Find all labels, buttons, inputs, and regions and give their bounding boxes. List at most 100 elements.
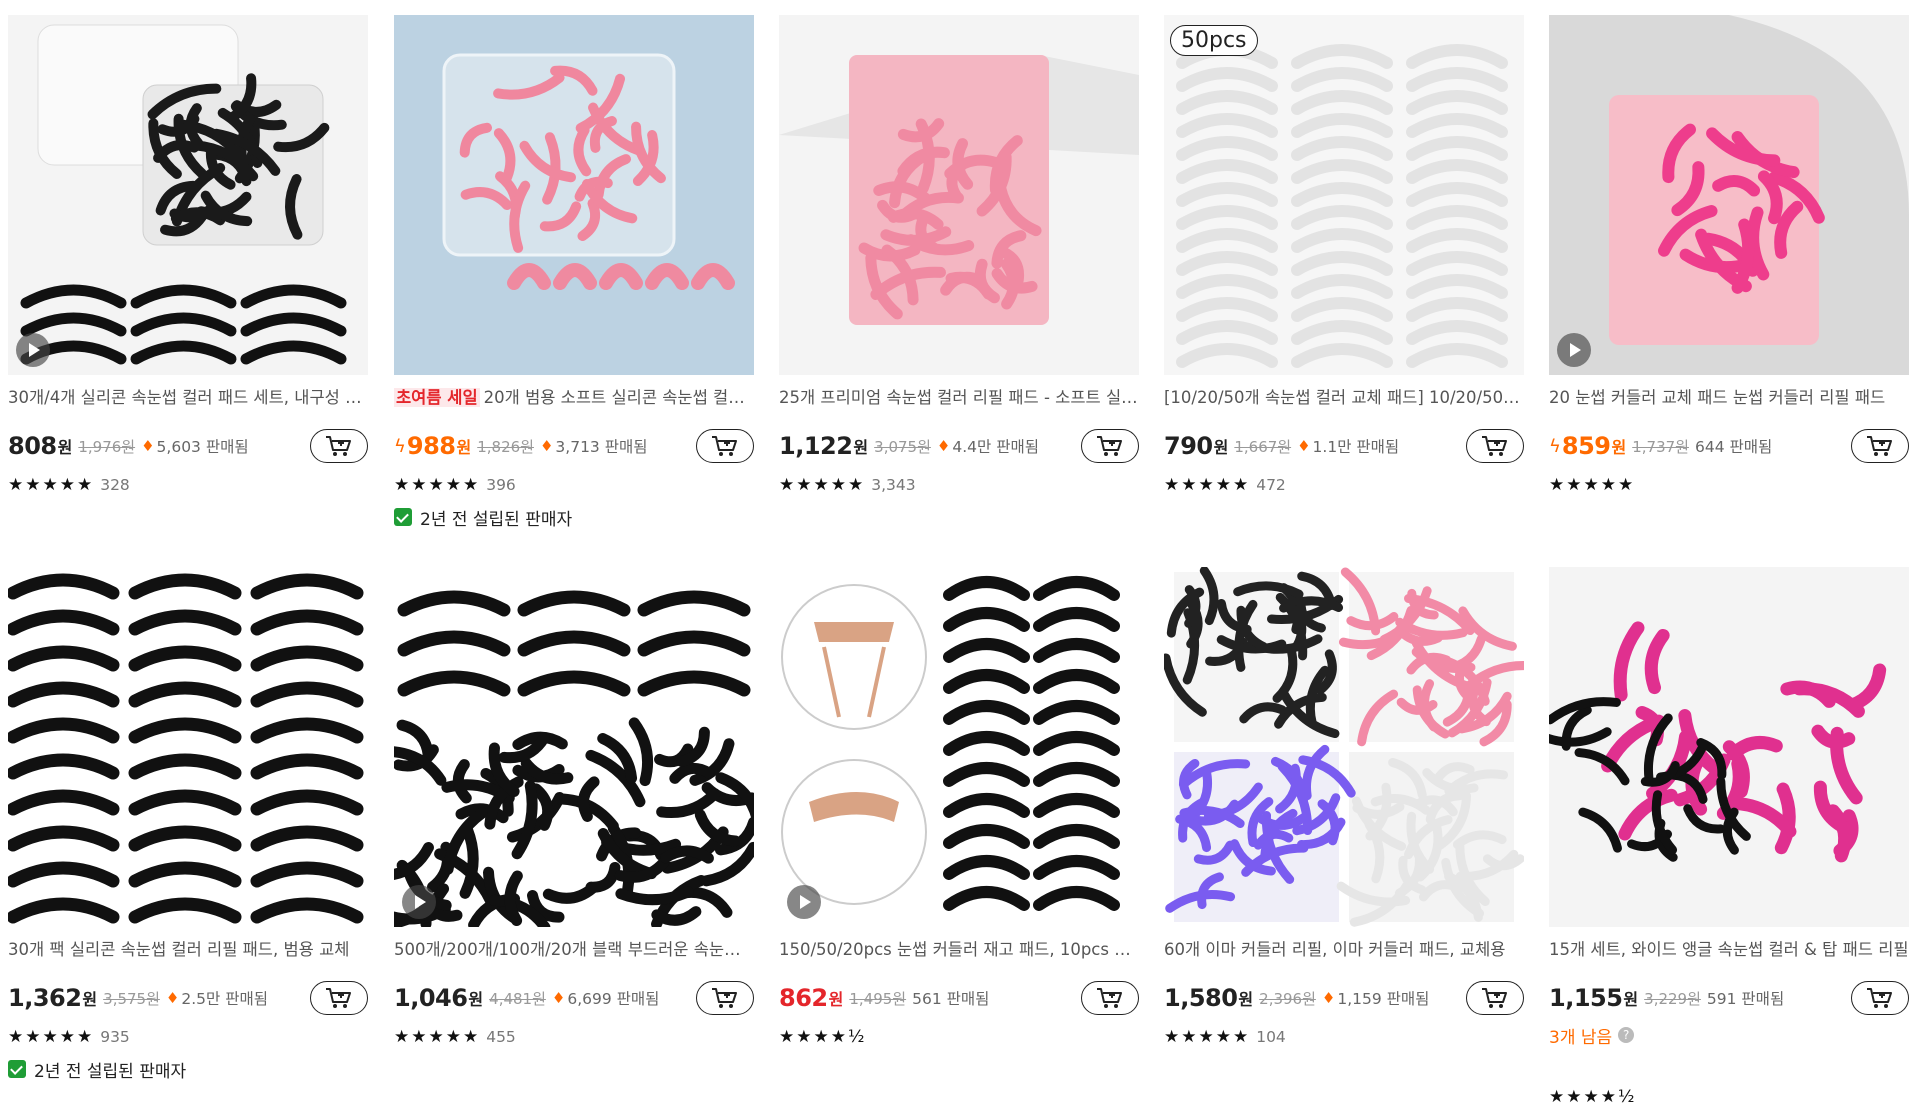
- product-title-text[interactable]: 60개 이마 커들러 리필, 이마 커들러 패드, 교체용: [1164, 940, 1505, 959]
- product-image[interactable]: 50pcs: [1164, 15, 1524, 375]
- review-count: 935: [100, 1028, 130, 1046]
- price-row: 790 원 1,667원 ♦ 1.1만 판매됨: [1164, 429, 1524, 463]
- add-to-cart-button[interactable]: [696, 429, 754, 463]
- product-image[interactable]: [1549, 15, 1909, 375]
- rating-row[interactable]: ★★★★★: [1549, 473, 1635, 497]
- sale-price: 1,362: [8, 984, 82, 1012]
- product-title-text[interactable]: 20개 범용 소프트 실리콘 속눈썹 컬러 리필 패드: [484, 388, 754, 407]
- sold-count: 591 판매됨: [1706, 990, 1785, 1008]
- product-title-text[interactable]: 25개 프리미엄 속눈썹 컬러 리필 패드 - 소프트 실리콘: [779, 388, 1139, 407]
- rating-row[interactable]: ★★★★★ 328: [8, 473, 130, 497]
- product-title-text[interactable]: 150/50/20pcs 눈썹 커들러 재고 패드, 10pcs 세트: [779, 940, 1139, 959]
- price-row: ϟ 988 원 1,826원 ♦ 3,713 판매됨: [394, 429, 754, 463]
- sale-price: 808: [8, 432, 57, 460]
- product-image[interactable]: [1164, 567, 1524, 927]
- lightning-icon: ϟ: [1549, 435, 1561, 457]
- star-rating: ★★★★★: [394, 1027, 481, 1047]
- price-row: 862 원 1,495원 561 판매됨: [779, 981, 1139, 1015]
- help-icon[interactable]: ?: [1618, 1027, 1635, 1043]
- fire-icon: ♦: [551, 989, 566, 1007]
- product-title-text[interactable]: 30개 팩 실리콘 속눈썹 컬러 리필 패드, 범용 교체: [8, 940, 349, 959]
- add-to-cart-icon: [1865, 986, 1895, 1010]
- product-title-text[interactable]: 15개 세트, 와이드 앵글 속눈썹 컬러 & 탑 패드 리필: [1549, 940, 1909, 959]
- rating-row[interactable]: ★★★★★ 455: [394, 1025, 516, 1049]
- review-count: 3,343: [871, 476, 916, 494]
- product-image[interactable]: [1549, 567, 1909, 927]
- sold-count: 5,603 판매됨: [156, 438, 249, 456]
- product-grid: 30개/4개 실리콘 속눈썹 컬러 패드 세트, 내구성 있는 교체808원1,…: [0, 0, 1920, 1107]
- add-to-cart-button[interactable]: [696, 981, 754, 1015]
- sale-price: 1,122: [779, 432, 853, 460]
- currency-unit: 원: [1623, 990, 1639, 1009]
- currency-unit: 원: [828, 990, 844, 1009]
- product-title[interactable]: [10/20/50개 속눈썹 컬러 교체 패드] 10/20/50개 세트: [1164, 387, 1524, 409]
- product-title[interactable]: 30개 팩 실리콘 속눈썹 컬러 리필 패드, 범용 교체: [8, 939, 368, 961]
- product-title-text[interactable]: [10/20/50개 속눈썹 컬러 교체 패드] 10/20/50개 세트: [1164, 388, 1524, 407]
- product-title-text[interactable]: 500개/200개/100개/20개 블랙 부드러운 속눈썹 패드: [394, 940, 754, 959]
- sold-count: 1,159 판매됨: [1337, 990, 1430, 1008]
- star-rating: ★★★★★: [1164, 475, 1251, 495]
- price-row: 1,362 원 3,575원 ♦ 2.5만 판매됨: [8, 981, 368, 1015]
- play-icon[interactable]: [787, 885, 821, 919]
- price-row: 808 원 1,976원 ♦ 5,603 판매됨: [8, 429, 368, 463]
- product-title[interactable]: 150/50/20pcs 눈썹 커들러 재고 패드, 10pcs 세트: [779, 939, 1139, 961]
- review-count: 104: [1256, 1028, 1286, 1046]
- lightning-icon: ϟ: [394, 435, 406, 457]
- review-count: 328: [100, 476, 130, 494]
- rating-row[interactable]: ★★★★★ 104: [1164, 1025, 1286, 1049]
- play-icon[interactable]: [16, 333, 50, 367]
- sale-price: 988: [406, 432, 456, 460]
- product-image[interactable]: [779, 567, 1139, 927]
- sale-price: 1,580: [1164, 984, 1238, 1012]
- fire-icon: ♦: [1321, 989, 1336, 1007]
- product-image[interactable]: [8, 567, 368, 927]
- price-row: 1,580 원 2,396원 ♦ 1,159 판매됨: [1164, 981, 1524, 1015]
- rating-row[interactable]: ★★★★½: [1549, 1085, 1636, 1109]
- sale-price: 790: [1164, 432, 1213, 460]
- original-price: 4,481원: [489, 989, 546, 1008]
- product-title[interactable]: 20 눈썹 커들러 교체 패드 눈썹 커들러 리필 패드: [1549, 387, 1909, 409]
- currency-unit: 원: [468, 990, 484, 1009]
- add-to-cart-button[interactable]: [1851, 429, 1909, 463]
- product-title[interactable]: 초여름 세일20개 범용 소프트 실리콘 속눈썹 컬러 리필 패드: [394, 387, 754, 409]
- rating-row[interactable]: ★★★★★ 3,343: [779, 473, 916, 497]
- product-title-text[interactable]: 30개/4개 실리콘 속눈썹 컬러 패드 세트, 내구성 있는 교체: [8, 388, 368, 407]
- original-price: 1,667원: [1234, 437, 1292, 456]
- product-title[interactable]: 15개 세트, 와이드 앵글 속눈썹 컬러 & 탑 패드 리필: [1549, 939, 1909, 961]
- rating-row[interactable]: ★★★★★ 935: [8, 1025, 130, 1049]
- verified-seller-icon: [394, 508, 412, 526]
- product-title[interactable]: 60개 이마 커들러 리필, 이마 커들러 패드, 교체용: [1164, 939, 1524, 961]
- review-count: 455: [486, 1028, 516, 1046]
- original-price: 3,229원: [1644, 989, 1701, 1008]
- add-to-cart-button[interactable]: [1466, 981, 1524, 1015]
- sold-count: 4.4만 판매됨: [952, 438, 1039, 456]
- product-image[interactable]: [779, 15, 1139, 375]
- fire-icon: ♦: [1297, 437, 1311, 455]
- add-to-cart-button[interactable]: [1081, 981, 1139, 1015]
- sale-price: 859: [1561, 432, 1611, 460]
- play-icon[interactable]: [402, 885, 436, 919]
- add-to-cart-button[interactable]: [1081, 429, 1139, 463]
- currency-unit: 원: [82, 990, 98, 1009]
- sale-price: 1,046: [394, 984, 468, 1012]
- add-to-cart-button[interactable]: [1466, 429, 1524, 463]
- rating-row[interactable]: ★★★★½: [779, 1025, 866, 1049]
- product-image[interactable]: [8, 15, 368, 375]
- seller-info: 2년 전 설립된 판매자: [8, 1057, 186, 1082]
- rating-row[interactable]: ★★★★★ 472: [1164, 473, 1286, 497]
- add-to-cart-button[interactable]: [1851, 981, 1909, 1015]
- product-image[interactable]: [394, 15, 754, 375]
- play-icon[interactable]: [1557, 333, 1591, 367]
- product-title[interactable]: 500개/200개/100개/20개 블랙 부드러운 속눈썹 패드: [394, 939, 754, 961]
- add-to-cart-button[interactable]: [310, 981, 368, 1015]
- add-to-cart-button[interactable]: [310, 429, 368, 463]
- product-image[interactable]: [394, 567, 754, 927]
- review-count: 396: [486, 476, 516, 494]
- rating-row[interactable]: ★★★★★ 396: [394, 473, 516, 497]
- product-title[interactable]: 25개 프리미엄 속눈썹 컬러 리필 패드 - 소프트 실리콘: [779, 387, 1139, 409]
- product-title-text[interactable]: 20 눈썹 커들러 교체 패드 눈썹 커들러 리필 패드: [1549, 388, 1885, 407]
- sale-price: 1,155: [1549, 984, 1623, 1012]
- sold-count: 644 판매됨: [1694, 438, 1773, 456]
- product-title[interactable]: 30개/4개 실리콘 속눈썹 컬러 패드 세트, 내구성 있는 교체: [8, 387, 368, 409]
- sold-count: 1.1만 판매됨: [1312, 438, 1400, 456]
